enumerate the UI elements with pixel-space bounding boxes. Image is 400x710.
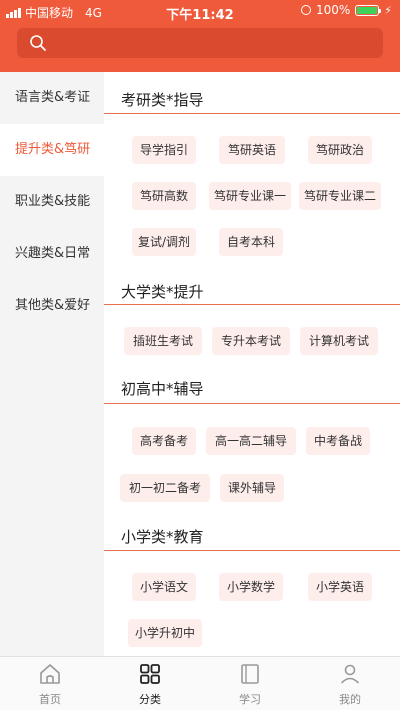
tag-item[interactable]: 小学英语 — [308, 573, 372, 601]
category-icon — [140, 664, 160, 684]
tag-item[interactable]: 笃研政治 — [308, 136, 372, 164]
tab-home[interactable]: 首页 — [0, 657, 100, 710]
tag-item[interactable]: 计算机考试 — [300, 327, 378, 355]
profile-icon — [340, 664, 360, 684]
alarm-icon — [300, 5, 311, 15]
bottom-tab-bar: 首页 分类 学习 我的 — [0, 656, 400, 710]
section-divider — [104, 550, 400, 551]
tab-home-label: 首页 — [39, 693, 61, 706]
charging-icon: ⚡ — [384, 3, 392, 17]
tag-item[interactable]: 高考备考 — [132, 427, 196, 455]
tag-item[interactable]: 导学指引 — [132, 136, 196, 164]
tag-item[interactable]: 初一初二备考 — [120, 474, 210, 502]
search-input[interactable] — [55, 28, 375, 58]
tag-item[interactable]: 小学语文 — [132, 573, 196, 601]
sidebar-item-other[interactable]: 其他类&爱好 — [0, 280, 104, 332]
tab-study[interactable]: 学习 — [200, 657, 300, 710]
section-title: 大学类*提升 — [121, 283, 204, 301]
section-divider — [104, 304, 400, 305]
tag-item[interactable]: 自考本科 — [219, 228, 283, 256]
tab-profile[interactable]: 我的 — [300, 657, 400, 710]
tag-item[interactable]: 高一高二辅导 — [206, 427, 296, 455]
battery-icon — [355, 4, 382, 16]
section-title: 初高中*辅导 — [121, 380, 204, 398]
tag-item[interactable]: 专升本考试 — [212, 327, 290, 355]
search-icon — [30, 35, 46, 51]
sidebar-item-interest[interactable]: 兴趣类&日常 — [0, 228, 104, 280]
search-bar[interactable] — [17, 28, 383, 58]
status-right: 100% ⚡ — [300, 3, 392, 17]
tag-item[interactable]: 笃研专业课二 — [299, 182, 381, 210]
tag-item[interactable]: 笃研专业课一 — [209, 182, 291, 210]
tag-item[interactable]: 中考备战 — [306, 427, 370, 455]
tag-item[interactable]: 课外辅导 — [220, 474, 284, 502]
tag-item[interactable]: 笃研英语 — [219, 136, 285, 164]
tag-item[interactable]: 小学升初中 — [128, 619, 202, 647]
sidebar-item-language[interactable]: 语言类&考证 — [0, 72, 104, 124]
tag-item[interactable]: 复试/调剂 — [132, 228, 196, 256]
sidebar-item-advancement[interactable]: 提升类&笃研 — [0, 124, 104, 176]
section-divider — [104, 403, 400, 404]
header: 中国移动 4G 下午11:42 100% ⚡ — [0, 0, 400, 72]
tag-item[interactable]: 小学数学 — [219, 573, 283, 601]
home-icon — [40, 664, 60, 684]
tab-category[interactable]: 分类 — [100, 657, 200, 710]
section-title: 考研类*指导 — [121, 91, 204, 109]
battery-percent: 100% — [315, 3, 351, 17]
tag-item[interactable]: 笃研高数 — [132, 182, 196, 210]
book-icon — [241, 664, 259, 684]
tag-item[interactable]: 插班生考试 — [124, 327, 202, 355]
tab-profile-label: 我的 — [339, 693, 361, 706]
category-content: 考研类*指导 导学指引 笃研英语 笃研政治 笃研高数 笃研专业课一 笃研专业课二… — [104, 72, 400, 656]
category-sidebar: 语言类&考证 提升类&笃研 职业类&技能 兴趣类&日常 其他类&爱好 — [0, 72, 104, 656]
tab-study-label: 学习 — [239, 693, 261, 706]
tab-category-label: 分类 — [139, 693, 161, 706]
section-title: 小学类*教育 — [121, 528, 204, 546]
sidebar-item-career[interactable]: 职业类&技能 — [0, 176, 104, 228]
status-bar: 中国移动 4G 下午11:42 100% ⚡ — [0, 0, 400, 23]
section-divider — [104, 113, 400, 114]
